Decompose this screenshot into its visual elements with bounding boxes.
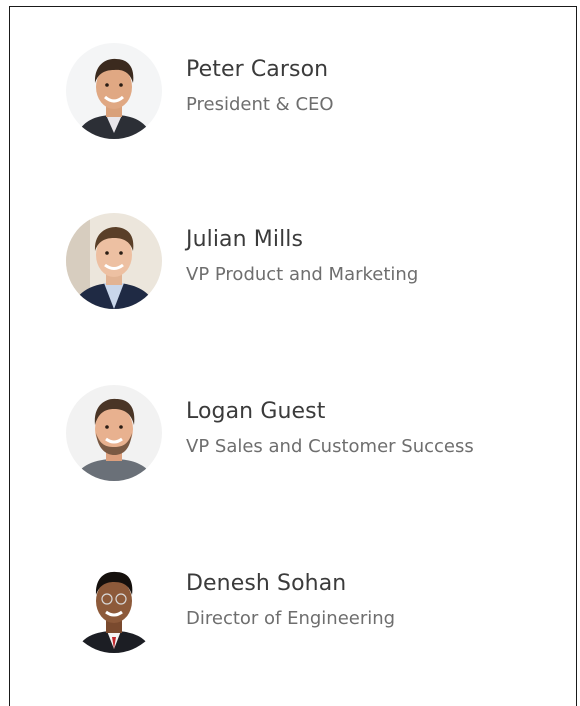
- member-title: VP Product and Marketing: [186, 264, 419, 285]
- avatar: [66, 385, 162, 481]
- avatar: [66, 557, 162, 653]
- member-name: Logan Guest: [186, 399, 326, 424]
- avatar: [66, 43, 162, 139]
- person-photo-icon: [66, 557, 162, 653]
- team-member-card: Julian Mills VP Product and Marketing: [66, 213, 546, 309]
- member-name: Peter Carson: [186, 57, 329, 82]
- team-member-card: Logan Guest VP Sales and Customer Succes…: [66, 385, 546, 481]
- member-title: VP Sales and Customer Success: [186, 436, 474, 457]
- avatar: [66, 213, 162, 309]
- team-member-card: Denesh Sohan Director of Engineering: [66, 557, 546, 653]
- person-photo-icon: [66, 43, 162, 139]
- person-photo-icon: [66, 385, 162, 481]
- member-title: President & CEO: [186, 94, 334, 115]
- person-photo-icon: [66, 213, 162, 309]
- member-name: Julian Mills: [186, 227, 304, 252]
- member-name: Denesh Sohan: [186, 571, 347, 596]
- member-title: Director of Engineering: [186, 608, 396, 629]
- team-member-card: Peter Carson President & CEO: [66, 43, 546, 139]
